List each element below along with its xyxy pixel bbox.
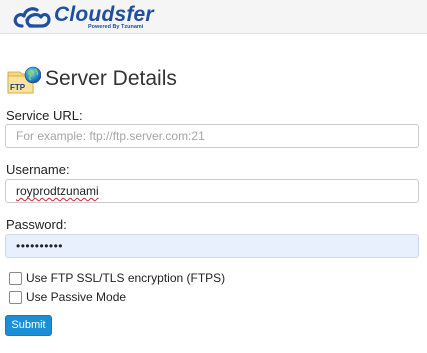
ftps-option-label[interactable]: Use FTP SSL/TLS encryption (FTPS) (26, 270, 225, 286)
service-url-placeholder: For example: ftp://ftp.server.com:21 (16, 129, 205, 143)
ftp-icon-label: FTP (10, 83, 26, 92)
password-input[interactable]: •••••••••• (5, 234, 419, 258)
ftps-checkbox[interactable] (9, 272, 22, 285)
password-label: Password: (6, 217, 67, 232)
passive-mode-option-label[interactable]: Use Passive Mode (26, 289, 126, 305)
username-input[interactable]: royprodtzunami (5, 179, 419, 203)
username-value: royprodtzunami (16, 184, 99, 198)
ftp-globe-icon: FTP (7, 66, 41, 94)
service-url-label: Service URL: (6, 108, 83, 123)
password-masked-value: •••••••••• (16, 239, 64, 253)
top-header-bar: Cloudsfer Powered By Tzunami (0, 0, 427, 34)
service-url-input[interactable]: For example: ftp://ftp.server.com:21 (5, 124, 419, 148)
username-label: Username: (6, 162, 70, 177)
submit-button[interactable]: Submit (5, 315, 52, 336)
cloud-logo-icon (13, 7, 51, 28)
passive-mode-checkbox[interactable] (9, 291, 22, 304)
brand-tagline: Powered By Tzunami (88, 24, 144, 30)
page-title: Server Details (45, 67, 177, 90)
